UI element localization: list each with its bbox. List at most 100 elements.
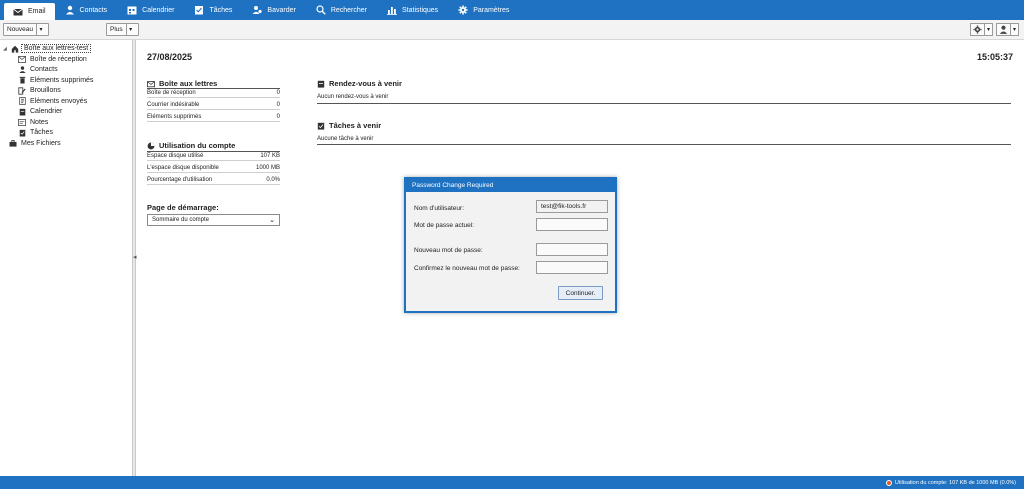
person-icon <box>65 5 74 15</box>
stat-row: Espace disque utilisé 107 KB <box>147 151 280 161</box>
startup-page-selected: Sommaire du compte <box>152 217 210 223</box>
password-change-dialog: Password Change Required Nom d'utilisate… <box>404 177 617 313</box>
stat-value: 107 KB <box>260 153 280 159</box>
stat-value: 0 <box>276 90 280 96</box>
tab-email[interactable]: Email <box>4 3 55 20</box>
tab-label: Email <box>28 8 46 15</box>
new-password-label: Nouveau mot de passe: <box>414 247 483 254</box>
tasks-empty-text: Aucune tâche à venir <box>317 136 374 142</box>
new-button[interactable]: Nouveau ▾ <box>3 23 50 36</box>
more-button[interactable]: Plus ▾ <box>106 23 139 36</box>
sidebar-item-calendar[interactable]: Calendrier <box>18 108 62 116</box>
divider <box>317 103 1011 104</box>
gear-icon <box>458 5 468 15</box>
stat-value: 0 <box>276 101 280 108</box>
tab-tasks[interactable]: Tâches <box>184 0 242 20</box>
folder-sidebar: ◢ Boîte aux lettres-test Boîte de récept… <box>0 40 133 476</box>
stat-label: Courrier indésirable <box>147 101 200 108</box>
tab-search[interactable]: Rechercher <box>306 0 377 20</box>
stat-row: Courrier indésirable 0 <box>147 100 280 110</box>
envelope-icon <box>147 80 155 87</box>
calendar-icon <box>18 108 26 116</box>
person-icon <box>18 66 26 74</box>
mailbox-root-label: Boîte aux lettres-test <box>21 44 92 53</box>
sidebar-item-sent[interactable]: Eléments envoyés <box>18 97 87 105</box>
tab-label: Bavarder <box>267 6 296 14</box>
section-title-text: Tâches à venir <box>329 121 382 130</box>
new-button-label: Nouveau <box>7 26 34 33</box>
user-menu-button[interactable]: ▾ <box>996 23 1019 36</box>
startup-page-select[interactable]: Sommaire du compte ⌄ <box>147 214 280 226</box>
note-icon <box>18 118 26 126</box>
calendar-icon <box>317 80 325 88</box>
sidebar-item-contacts[interactable]: Contacts <box>18 66 58 74</box>
tab-label: Paramètres <box>473 6 510 14</box>
tab-statistics[interactable]: Statistiques <box>377 0 448 20</box>
appointments-empty-text: Aucun rendez-vous à venir <box>317 94 389 100</box>
sidebar-item-my-files[interactable]: Mes Fichiers <box>9 139 61 147</box>
sidebar-item-label: Eléments envoyés <box>30 97 88 105</box>
sidebar-item-inbox[interactable]: Boîte de réception <box>18 55 87 63</box>
tab-label: Calendrier <box>142 6 175 14</box>
sidebar-item-label: Contacts <box>30 66 58 73</box>
stat-value: 0.0% <box>266 176 280 183</box>
stat-row: Boîte de réception 0 <box>147 88 280 98</box>
usage-indicator-icon <box>885 479 892 486</box>
user-icon <box>997 25 1010 34</box>
stat-row: L'espace disque disponible 1000 MB <box>147 163 280 173</box>
sidebar-item-deleted[interactable]: Eléments supprimés <box>18 76 93 84</box>
gear-icon <box>971 25 984 34</box>
chevron-down-icon[interactable]: ▾ <box>36 24 45 35</box>
stat-value: 1000 MB <box>255 164 280 171</box>
tab-label: Tâches <box>209 6 233 14</box>
stat-label: L'espace disque disponible <box>147 164 219 171</box>
chevron-down-icon: ▾ <box>984 24 992 35</box>
tab-label: Rechercher <box>330 6 367 14</box>
splitter-grip-icon[interactable]: ◂ <box>133 252 137 264</box>
sent-icon <box>18 97 26 105</box>
current-date: 27/08/2025 <box>147 52 193 62</box>
home-icon <box>11 45 19 53</box>
tab-contacts[interactable]: Contacts <box>55 0 118 20</box>
top-navigation-bar: Email Contacts Calendrier Tâches Bavarde… <box>0 0 1024 20</box>
sidebar-splitter[interactable]: ◂ <box>133 40 137 476</box>
tasks-icon <box>195 6 204 15</box>
settings-menu-button[interactable]: ▾ <box>970 23 993 36</box>
chevron-down-icon: ⌄ <box>269 217 275 224</box>
stat-value: 0 <box>276 113 280 120</box>
mailbox-root[interactable]: ◢ Boîte aux lettres-test <box>3 44 92 53</box>
confirm-password-input[interactable] <box>536 261 608 274</box>
sidebar-item-label: Eléments supprimés <box>30 76 94 84</box>
dialog-title: Password Change Required <box>406 179 615 192</box>
sidebar-item-label: Boîte de réception <box>30 55 87 63</box>
draft-icon <box>18 86 26 95</box>
section-title-text: Utilisation du compte <box>159 141 236 150</box>
new-password-input[interactable] <box>536 243 608 256</box>
collapse-arrow-icon[interactable]: ◢ <box>3 46 9 52</box>
tab-label: Statistiques <box>402 6 439 14</box>
current-password-input[interactable] <box>536 218 608 231</box>
stat-label: Eléments supprimés <box>147 113 202 120</box>
tasks-icon <box>317 122 325 130</box>
sidebar-item-drafts[interactable]: Brouillons <box>18 86 61 95</box>
tab-settings[interactable]: Paramètres <box>448 0 519 20</box>
chevron-down-icon[interactable]: ▾ <box>125 24 135 35</box>
sidebar-item-label: Tâches <box>30 129 53 136</box>
stat-label: Pourcentage d'utilisation <box>147 176 213 183</box>
tab-calendar[interactable]: Calendrier <box>117 0 184 20</box>
tab-chat[interactable]: Bavarder <box>242 0 305 20</box>
tab-label: Contacts <box>79 6 108 14</box>
continue-button[interactable]: Continuer. <box>558 286 603 300</box>
status-text: Utilisation du compte: 107 KB de 1000 MB… <box>894 479 1016 486</box>
trash-icon <box>18 76 26 84</box>
usage-section-title: Utilisation du compte <box>147 141 235 150</box>
briefcase-icon <box>9 139 17 147</box>
divider <box>317 144 1011 145</box>
sidebar-item-label: Mes Fichiers <box>21 139 61 147</box>
sidebar-item-tasks[interactable]: Tâches <box>18 129 53 137</box>
tasks-icon <box>18 129 26 137</box>
sidebar-item-notes[interactable]: Notes <box>18 118 48 126</box>
sidebar-item-label: Notes <box>30 118 49 126</box>
section-title-text: Boîte aux lettres <box>159 79 218 88</box>
appointments-section-title: Rendez-vous à venir <box>317 79 402 88</box>
